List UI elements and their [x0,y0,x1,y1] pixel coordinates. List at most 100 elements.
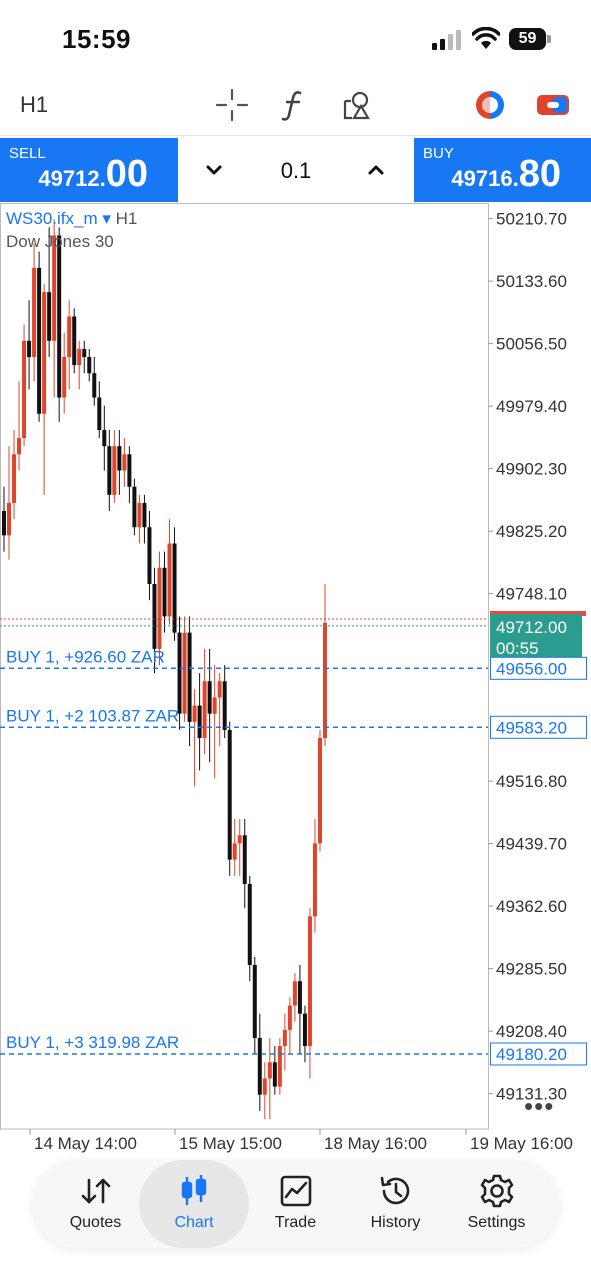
y-tick-label: 49362.60 [496,897,567,916]
nav-history[interactable]: History [343,1160,448,1248]
x-tick-label: 19 May 16:00 [470,1134,573,1153]
lot-size-control: 0.1 [178,138,414,202]
candle-body [292,981,297,1006]
candle-body [32,267,37,358]
candle-body [177,632,182,714]
candle-body [307,916,312,1047]
y-tick-label: 49516.80 [496,772,567,791]
buy-button[interactable]: BUY 49716.80 [414,138,591,202]
candle-body [77,348,82,366]
candle-body [2,511,6,536]
candle-body [82,348,87,358]
bar-countdown: 00:55 [496,639,539,658]
candle-body [323,622,327,739]
candle-body [247,883,252,965]
candle-body [317,738,322,844]
candle-body [7,502,12,536]
candle-body [167,543,172,617]
one-click-trade-bar: SELL 49712.00 0.1 BUY 49716.80 [0,138,591,202]
candle-body [17,438,22,455]
sell-price: 49712.00 [38,153,148,195]
timeframe-selector[interactable]: H1 [20,92,48,118]
objects-icon[interactable] [340,87,376,123]
candle-body [37,267,42,414]
cellular-signal-icon [432,30,461,50]
candle-body [212,697,217,714]
candle-body [87,357,92,374]
position-price-label: 49583.20 [496,718,567,737]
nav-settings[interactable]: Settings [444,1160,549,1248]
lot-size-value[interactable]: 0.1 [266,158,326,184]
candle-body [67,316,72,358]
chevron-up-icon[interactable] [364,158,388,182]
candle-body [302,1013,307,1047]
candle-body [117,446,122,471]
bid-price-label: 49712.00 [496,618,567,637]
candle-body [57,235,62,398]
candle-body [262,1078,267,1095]
buy-label: BUY [423,145,454,162]
candle-body [282,1029,287,1047]
status-bar: 15:59 59 [0,0,591,78]
candle-body [102,429,107,447]
x-tick-label: 14 May 14:00 [34,1134,137,1153]
candle-body [227,729,232,860]
wifi-icon [472,27,500,49]
status-time: 15:59 [62,24,131,54]
candle-body [162,567,167,617]
candle-body [152,583,157,649]
candle-body [197,705,202,739]
candle-body [72,316,77,366]
candle-body [147,527,152,584]
candle-body [157,567,162,649]
y-tick-label: 50133.60 [496,272,567,291]
y-tick-label: 49748.10 [496,585,567,604]
candle-body [27,340,32,358]
candle-body [92,373,97,398]
candle-body [217,681,222,698]
y-tick-label: 49979.40 [496,397,567,416]
price-chart[interactable]: 50210.70 50133.60 50056.50 49979.40 49902.30… [0,203,591,1160]
position-label: BUY 1, +2 103.87 ZAR [6,706,179,725]
candle-body [232,843,237,860]
position-price-label: 49180.20 [496,1045,567,1064]
y-tick-label: 49285.50 [496,960,567,979]
battery-icon: 59 [509,28,551,50]
candle-body [242,835,247,884]
candle-body [137,502,142,528]
crosshair-icon[interactable] [214,87,250,123]
more-options-icon[interactable]: ••• [524,1091,554,1122]
sell-button[interactable]: SELL 49712.00 [0,138,178,202]
nav-trade[interactable]: Trade [243,1160,348,1248]
history-icon [380,1176,409,1205]
position-label: BUY 1, +926.60 ZAR [6,647,165,666]
candle-body [112,446,117,495]
nav-chart[interactable]: Chart [139,1160,249,1248]
candle-body [192,705,197,722]
candle-body [62,357,67,398]
candle-body [272,1062,277,1087]
candle-body [297,981,302,1014]
buy-price: 49716.80 [451,153,561,195]
chart-toolbar: H1 [0,78,591,136]
gear-icon [480,1174,513,1208]
candle-body [42,292,47,414]
function-icon[interactable] [276,87,312,123]
trade-color-icon[interactable] [472,87,508,123]
candle-body [97,397,102,430]
chevron-down-icon[interactable] [202,158,226,182]
quotes-icon [81,1178,110,1204]
candle-body [312,843,317,917]
toggle-icon[interactable] [535,87,571,123]
bottom-navigation: Quotes Chart Trade History Settings [33,1160,559,1248]
nav-quotes[interactable]: Quotes [43,1160,148,1248]
candlestick-chart[interactable]: 50210.70 50133.60 50056.50 49979.40 49902.30… [0,203,591,1160]
candle-body [127,454,132,487]
symbol-description: Dow Jones 30 [6,232,114,251]
y-tick-label: 49208.40 [496,1022,567,1041]
y-tick-label: 49902.30 [496,460,567,479]
candle-body [132,486,137,528]
symbol-selector[interactable]: WS30.ifx_m ▾ H1 [6,209,137,229]
candle-body [122,454,127,471]
y-tick-label: 49825.20 [496,522,567,541]
